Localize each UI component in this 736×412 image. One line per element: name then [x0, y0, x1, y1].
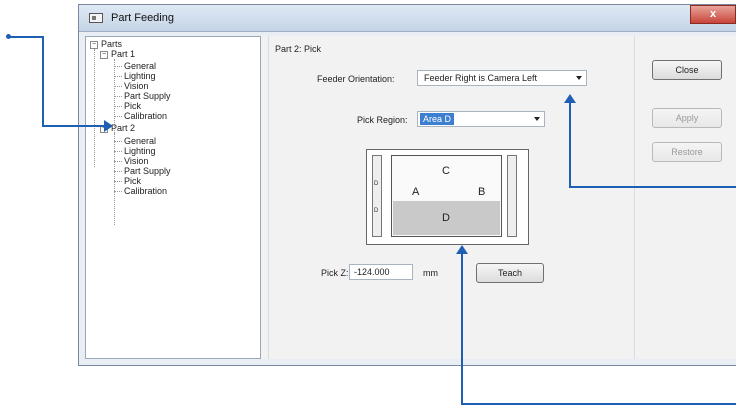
tree-connector	[114, 66, 122, 67]
feeder-orientation-label: Feeder Orientation:	[317, 74, 395, 84]
title-bar: Part Feeding x	[79, 5, 736, 32]
panel-title: Part 2: Pick	[275, 44, 322, 54]
pick-z-label: Pick Z:	[321, 268, 349, 278]
tree-item-part2-part-supply[interactable]: Part Supply	[124, 166, 171, 176]
callout-arrow-icon	[456, 245, 468, 254]
tree-item-part2-pick[interactable]: Pick	[124, 176, 141, 186]
tree-item-part1-part-supply[interactable]: Part Supply	[124, 91, 171, 101]
pick-region-select[interactable]: Area D	[417, 111, 545, 127]
tree-item-part1-calibration[interactable]: Calibration	[124, 111, 167, 121]
tree-connector	[114, 76, 122, 77]
tree-connector	[114, 171, 122, 172]
left-rail-letter: D	[374, 181, 379, 187]
tree-item-part2-vision[interactable]: Vision	[124, 156, 148, 166]
feeder-tray: C A B D	[391, 155, 502, 237]
feeder-right-rail	[507, 155, 517, 237]
feeder-region-diagram: D D C A B D	[366, 149, 529, 245]
apply-button[interactable]: Apply	[652, 108, 722, 128]
tree-connector	[114, 106, 122, 107]
tree-item-part-2[interactable]: Part 2	[111, 123, 135, 133]
window-close-button[interactable]: x	[690, 5, 736, 24]
part-feeding-window: Part Feeding x − Parts − Part 1 General …	[78, 4, 736, 366]
tree-connector	[114, 141, 122, 142]
tree-item-part1-pick[interactable]: Pick	[124, 101, 141, 111]
dialog-button-strip: Close Apply Restore	[634, 36, 736, 359]
tree-item-part1-general[interactable]: General	[124, 61, 156, 71]
callout-line	[569, 102, 571, 188]
pick-settings-panel: Part 2: Pick Feeder Orientation: Feeder …	[268, 36, 589, 359]
tree-item-part2-general[interactable]: General	[124, 136, 156, 146]
area-d-label: D	[442, 212, 450, 224]
pick-z-value: -124.000	[354, 267, 390, 277]
dialog-client-area: − Parts − Part 1 General Lighting Vision…	[85, 36, 736, 359]
tree-part1-toggle-icon[interactable]: −	[100, 51, 108, 59]
feeder-left-rail: D D	[372, 155, 382, 237]
window-icon	[89, 13, 103, 23]
tree-root-toggle-icon[interactable]: −	[90, 41, 98, 49]
tree-connector	[114, 191, 122, 192]
area-b-label: B	[478, 186, 486, 198]
tree-connector	[94, 49, 95, 167]
area-c-label: C	[442, 165, 450, 177]
tree-item-part2-lighting[interactable]: Lighting	[124, 146, 156, 156]
callout-line	[42, 36, 44, 127]
tree-item-part2-calibration[interactable]: Calibration	[124, 186, 167, 196]
callout-line	[569, 186, 736, 188]
pick-z-input[interactable]: -124.000	[349, 264, 413, 280]
tree-connector	[114, 133, 115, 225]
callout-line	[461, 253, 463, 405]
tree-connector	[114, 151, 122, 152]
tree-connector	[114, 86, 122, 87]
feeder-orientation-value: Feeder Right is Camera Left	[424, 73, 538, 83]
area-a-label: A	[412, 186, 420, 198]
tree-item-part1-lighting[interactable]: Lighting	[124, 71, 156, 81]
tree-item-part-1[interactable]: Part 1	[111, 49, 135, 59]
tree-connector	[114, 116, 122, 117]
callout-line	[8, 36, 43, 38]
close-button[interactable]: Close	[652, 60, 722, 80]
tree-connector	[114, 181, 122, 182]
feeder-orientation-select[interactable]: Feeder Right is Camera Left	[417, 70, 587, 86]
dropdown-arrow-icon	[534, 117, 540, 121]
restore-button[interactable]: Restore	[652, 142, 722, 162]
window-title: Part Feeding	[111, 12, 174, 24]
pick-region-label: Pick Region:	[357, 115, 408, 125]
parts-tree: − Parts − Part 1 General Lighting Vision…	[85, 36, 261, 359]
tree-connector	[114, 96, 122, 97]
teach-button[interactable]: Teach	[476, 263, 544, 283]
pick-z-unit: mm	[423, 268, 438, 278]
tree-connector	[114, 161, 122, 162]
left-rail-letter: D	[374, 208, 379, 214]
callout-arrow-icon	[104, 120, 113, 132]
callout-line	[42, 125, 105, 127]
pick-region-value: Area D	[420, 113, 455, 125]
tree-item-parts[interactable]: Parts	[101, 39, 122, 49]
dropdown-arrow-icon	[576, 76, 582, 80]
callout-arrow-icon	[564, 94, 576, 103]
tree-item-part1-vision[interactable]: Vision	[124, 81, 148, 91]
callout-line	[461, 403, 736, 405]
